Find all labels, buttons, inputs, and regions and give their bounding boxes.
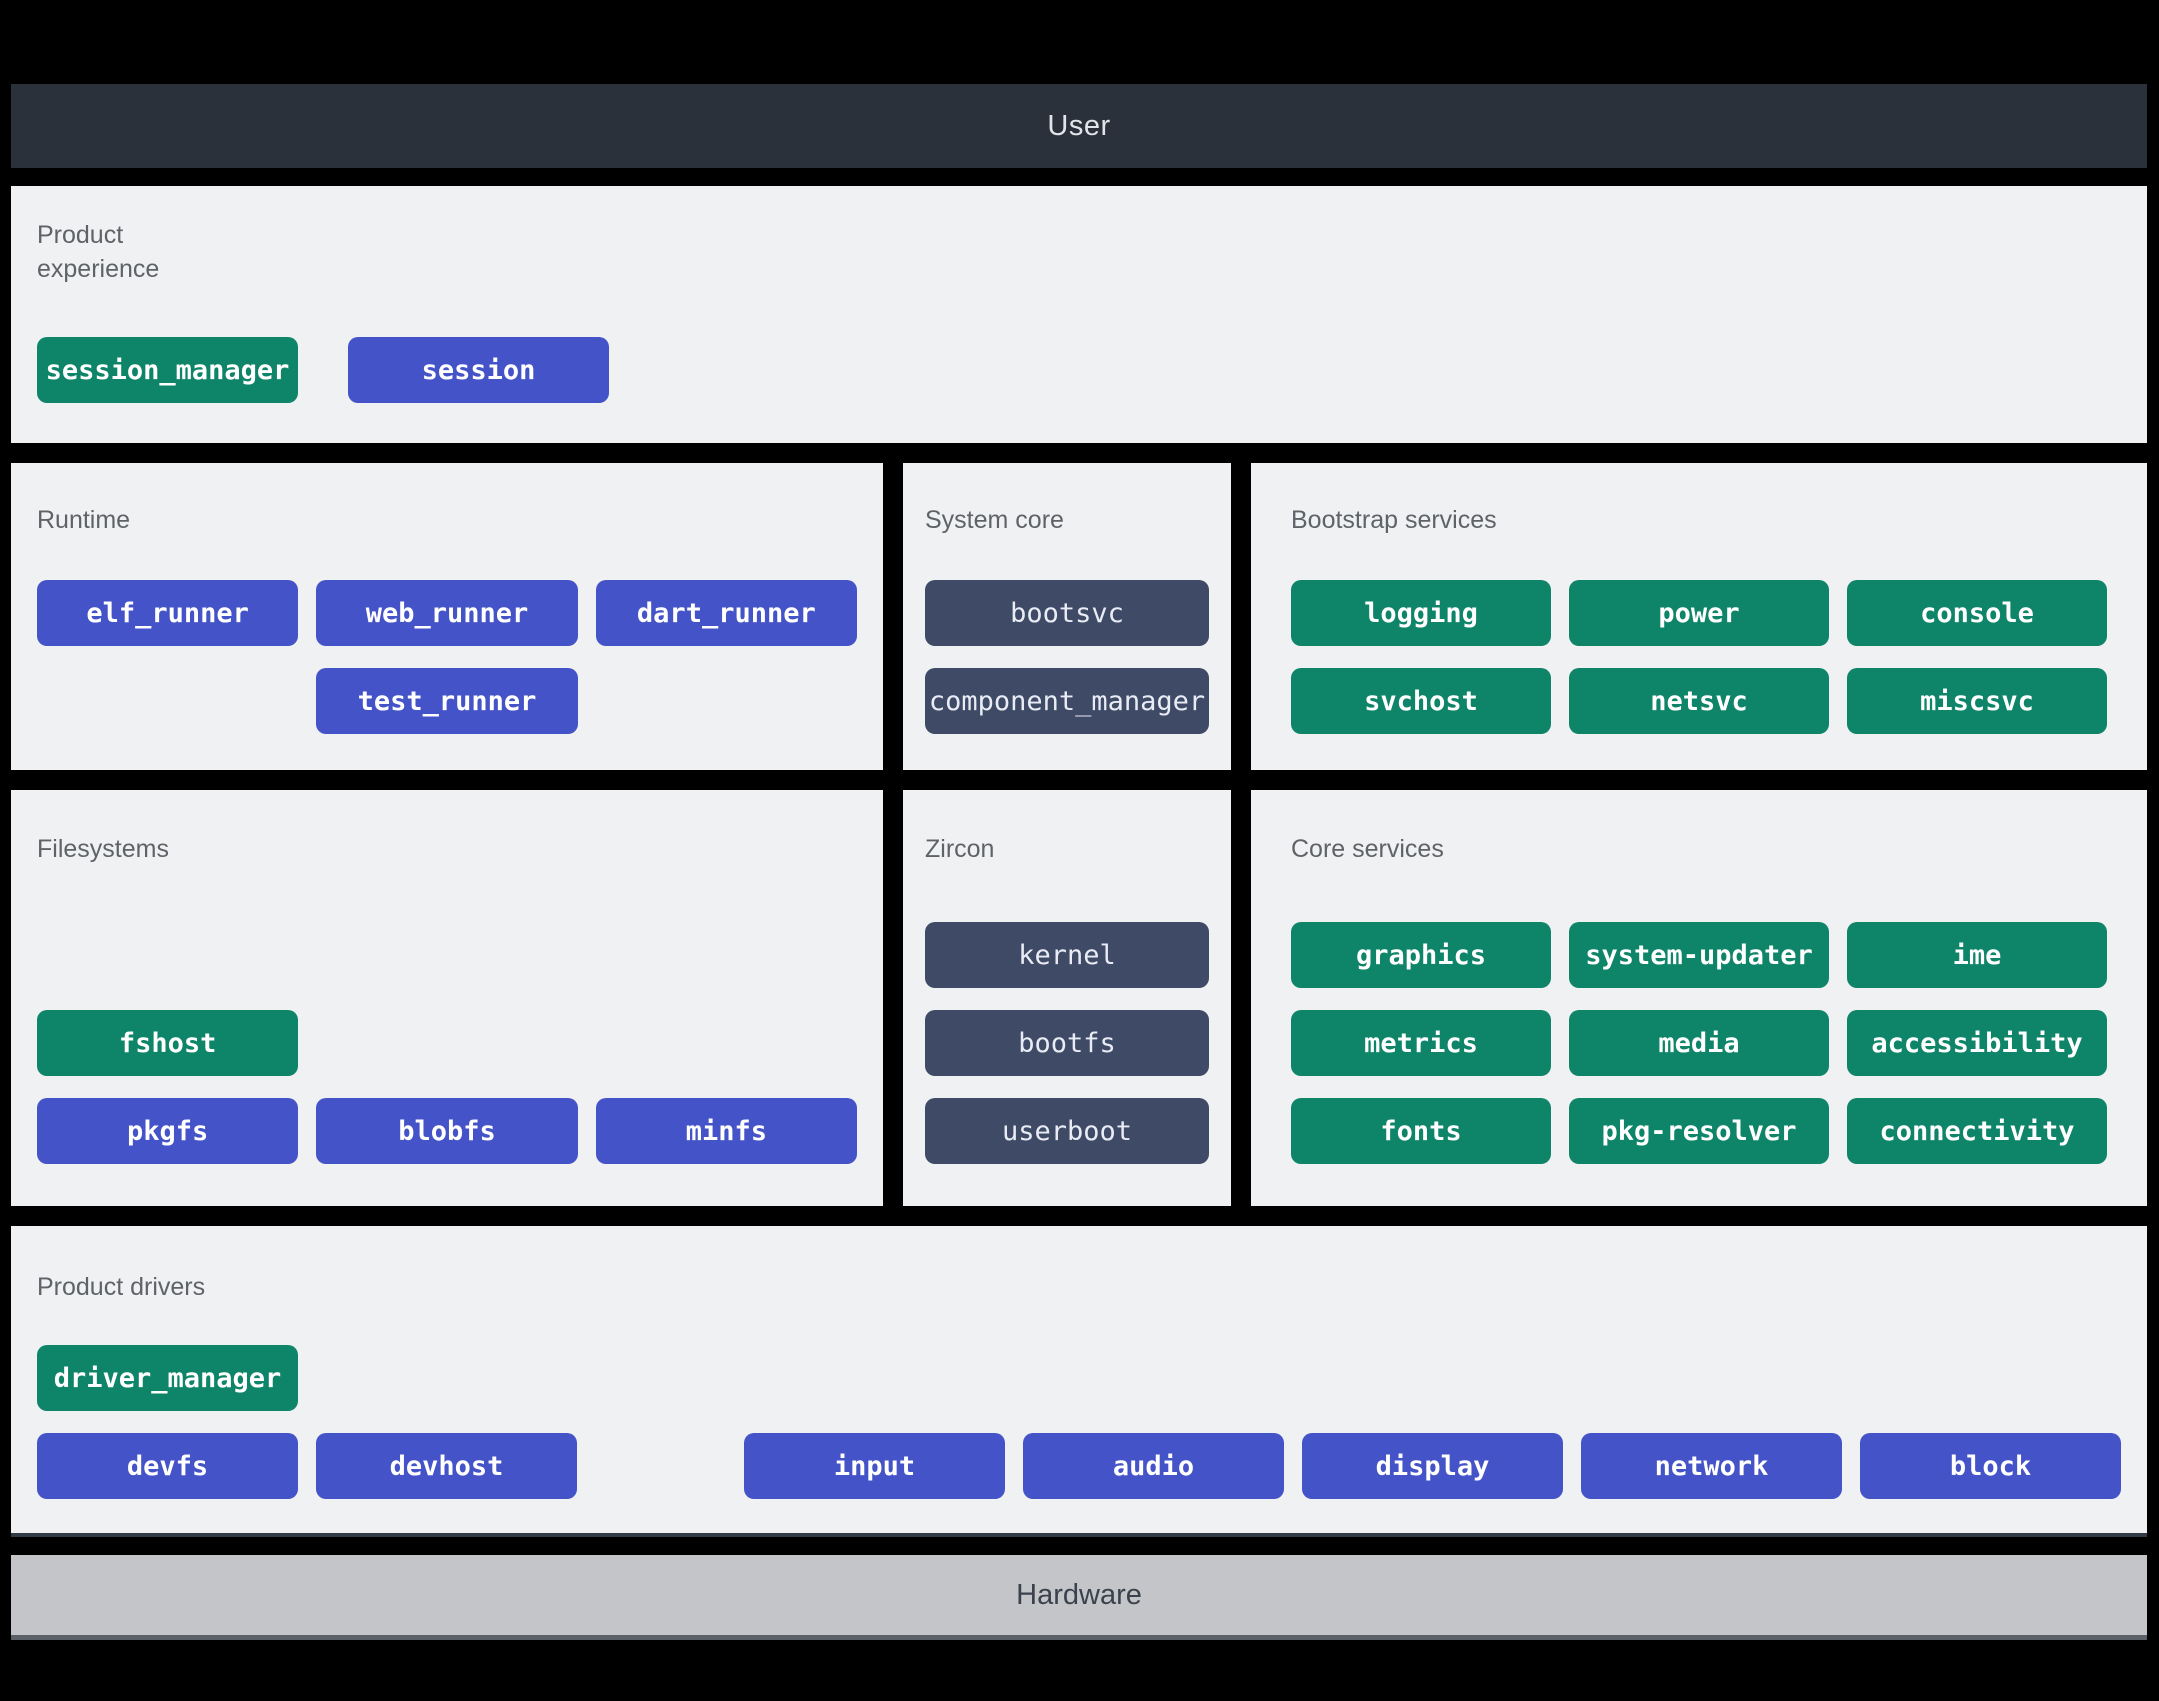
chip-session_manager: session_manager [37,337,298,403]
bootstrap-services-panel: Bootstrap services logging power console sv… [1251,463,2147,770]
zircon-chips: kernel bootfs userboot [925,922,1209,1164]
product-drivers-title: Product drivers [37,1273,206,1301]
chip-userboot: userboot [925,1098,1209,1164]
chip-connectivity: connectivity [1847,1098,2107,1164]
chip-svchost: svchost [1291,668,1551,734]
chip-dart_runner: dart_runner [595,580,857,646]
core-services-title: Core services [1291,835,1444,863]
chip-block: block [1860,1433,2121,1499]
product-experience-title: Product experience [37,221,160,283]
chip-devhost: devhost [316,1433,577,1499]
chip-netsvc: netsvc [1569,668,1829,734]
middle-row-lower: Filesystems fshost pkgfs blobfs minfs Zirc… [11,790,2147,1206]
chip-web_runner: web_runner [316,580,578,646]
zircon-panel: Zircon kernel bootfs userboot [903,790,1231,1206]
chip-test_runner: test_runner [316,668,578,734]
chip-pkg-resolver: pkg-resolver [1569,1098,1829,1164]
chip-minfs: minfs [595,1098,857,1164]
chip-fonts: fonts [1291,1098,1551,1164]
fuchsia-architecture-diagram: User Product experience session_manager s… [0,0,2159,1701]
filesystems-panel: Filesystems fshost pkgfs blobfs minfs [11,790,883,1206]
chip-logging: logging [1291,580,1551,646]
chip-bootfs: bootfs [925,1010,1209,1076]
chip-audio: audio [1023,1433,1284,1499]
hardware-layer-label: Hardware [1016,1578,1142,1611]
chip-power: power [1569,580,1829,646]
user-layer-label: User [1047,109,1111,142]
chip-elf_runner: elf_runner [37,580,299,646]
chip-graphics: graphics [1291,922,1551,988]
chip-media: media [1569,1010,1829,1076]
chip-console: console [1847,580,2107,646]
system-core-panel: System core bootsvc component_manager [903,463,1231,770]
chip-miscsvc: miscsvc [1847,668,2107,734]
user-layer-bar: User [11,84,2147,168]
filesystems-chips-row2: pkgfs blobfs minfs [37,1098,857,1164]
product-drivers-chips-row2: devfs devhost input audio display network blo… [37,1433,2121,1499]
chip-kernel: kernel [925,922,1209,988]
chip-display: display [1302,1433,1563,1499]
core-services-panel: Core services graphics system-updater ime m… [1251,790,2147,1206]
filesystems-title: Filesystems [37,835,169,863]
hardware-layer-bar: Hardware [11,1555,2147,1640]
product-drivers-panel: Product drivers driver_manager devfs devh… [11,1226,2147,1537]
chip-bootsvc: bootsvc [925,580,1209,646]
core-services-chips: graphics system-updater ime metrics media acc… [1291,922,2107,1164]
product-drivers-spacer [595,1433,726,1499]
chip-devfs: devfs [37,1433,298,1499]
bootstrap-services-chips: logging power console svchost netsvc miscsvc [1291,580,2107,734]
chip-fshost: fshost [37,1010,299,1076]
chip-system-updater: system-updater [1569,922,1829,988]
product-drivers-chips-row1: driver_manager [37,1345,2121,1411]
filesystems-chips-row1: fshost [37,1010,857,1076]
chip-input: input [744,1433,1005,1499]
chip-network: network [1581,1433,1842,1499]
chip-pkgfs: pkgfs [37,1098,299,1164]
chip-component_manager: component_manager [925,668,1209,734]
middle-row-upper: Runtime elf_runner web_runner dart_runnert… [11,463,2147,770]
chip-blobfs: blobfs [316,1098,578,1164]
chip-session: session [348,337,609,403]
system-core-chips: bootsvc component_manager [925,580,1209,734]
product-experience-panel: Product experience session_manager sessio… [11,186,2147,443]
runtime-chips: elf_runner web_runner dart_runner test_runn… [37,580,857,734]
runtime-title: Runtime [37,506,131,534]
system-core-title: System core [925,506,1064,534]
chip-driver_manager: driver_manager [37,1345,298,1411]
bootstrap-services-title: Bootstrap services [1291,506,1497,534]
zircon-title: Zircon [925,835,995,863]
product-experience-chips: session_manager session [37,337,2121,403]
chip-metrics: metrics [1291,1010,1551,1076]
chip-ime: ime [1847,922,2107,988]
chip-accessibility: accessibility [1847,1010,2107,1076]
runtime-panel: Runtime elf_runner web_runner dart_runnert… [11,463,883,770]
